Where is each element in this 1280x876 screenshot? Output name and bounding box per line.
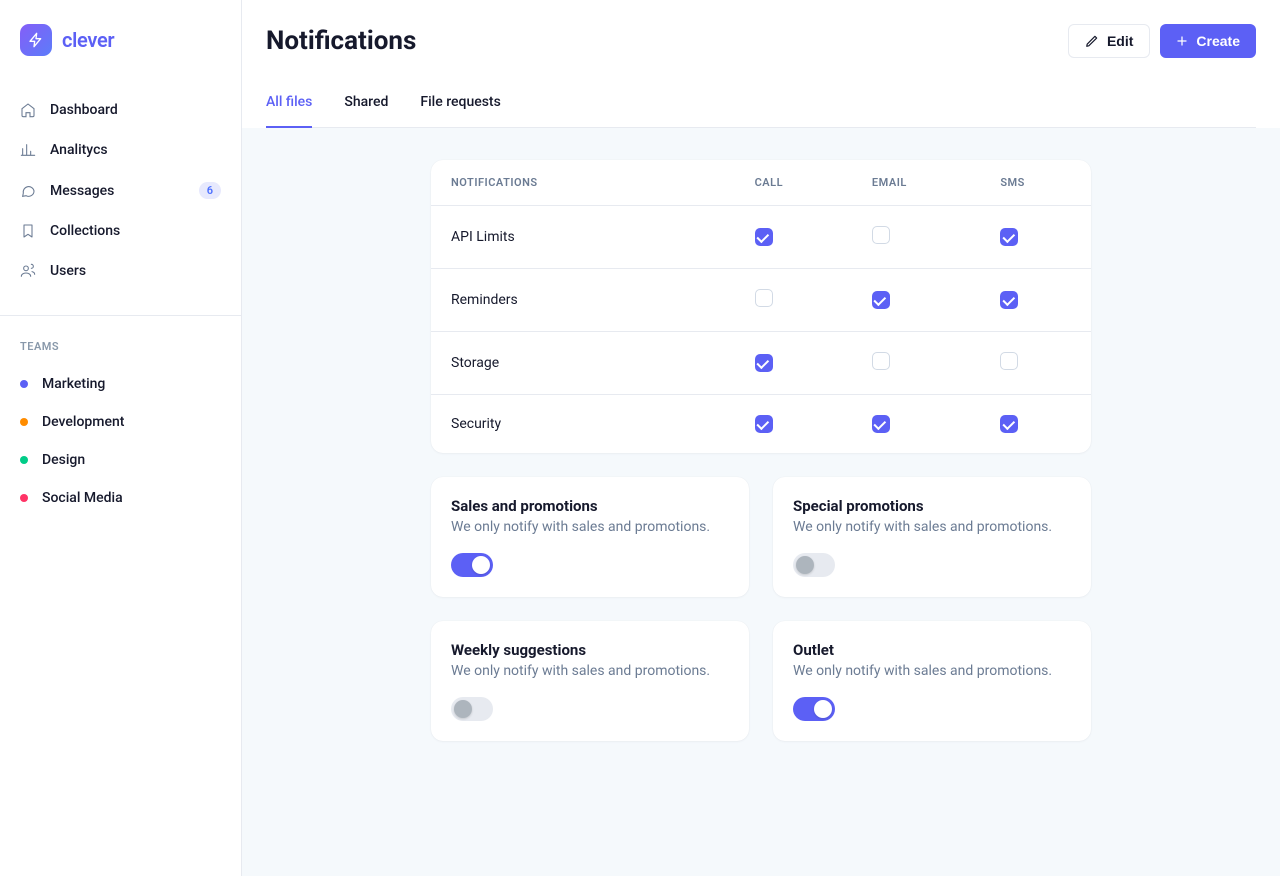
content-area: NOTIFICATIONSCALLEMAILSMS API LimitsRemi… [242, 128, 1280, 876]
checkbox-email[interactable] [872, 291, 890, 309]
team-label: Marketing [42, 376, 105, 392]
team-label: Development [42, 414, 124, 430]
toggle-title: Weekly suggestions [451, 641, 729, 659]
checkbox-sms[interactable] [1000, 415, 1018, 433]
page-title: Notifications [266, 26, 416, 56]
sidebar-item-label: Collections [50, 223, 120, 239]
create-button-label: Create [1196, 33, 1240, 49]
toggle-card: Special promotions We only notify with sa… [773, 477, 1091, 597]
tab-file-requests[interactable]: File requests [420, 82, 500, 128]
notifications-table: NOTIFICATIONSCALLEMAILSMS API LimitsRemi… [431, 160, 1091, 453]
sidebar-item-analitycs[interactable]: Analitycs [10, 130, 231, 170]
topbar: Notifications Edit Create [242, 0, 1280, 128]
toggle-desc: We only notify with sales and promotions… [793, 663, 1071, 679]
col-header: NOTIFICATIONS [431, 160, 735, 206]
toggle-title: Special promotions [793, 497, 1071, 515]
sidebar-nav: Dashboard Analitycs Messages 6 Collections Us… [0, 84, 241, 297]
team-item-development[interactable]: Development [10, 403, 231, 441]
brand[interactable]: clever [0, 0, 241, 84]
users-icon [20, 263, 36, 279]
toggle-desc: We only notify with sales and promotions… [451, 519, 729, 535]
toggle-switch[interactable] [793, 697, 835, 721]
col-header: CALL [735, 160, 852, 206]
tab-shared[interactable]: Shared [344, 82, 388, 128]
toggle-desc: We only notify with sales and promotions… [793, 519, 1071, 535]
team-dot-icon [20, 418, 28, 426]
checkbox-call[interactable] [755, 228, 773, 246]
team-dot-icon [20, 494, 28, 502]
toggle-card: Weekly suggestions We only notify with sa… [431, 621, 749, 741]
table-row: Security [431, 395, 1091, 454]
row-label: Reminders [431, 269, 735, 332]
toggle-switch[interactable] [451, 553, 493, 577]
checkbox-email[interactable] [872, 352, 890, 370]
sidebar-item-collections[interactable]: Collections [10, 211, 231, 251]
toggle-card: Sales and promotions We only notify with … [431, 477, 749, 597]
team-item-design[interactable]: Design [10, 441, 231, 479]
tab-all-files[interactable]: All files [266, 82, 312, 128]
team-label: Design [42, 452, 85, 468]
checkbox-call[interactable] [755, 415, 773, 433]
toggle-title: Sales and promotions [451, 497, 729, 515]
toggle-desc: We only notify with sales and promotions… [451, 663, 729, 679]
team-dot-icon [20, 456, 28, 464]
teams-label: TEAMS [10, 340, 231, 365]
sidebar-item-messages[interactable]: Messages 6 [10, 170, 231, 211]
team-item-social-media[interactable]: Social Media [10, 479, 231, 517]
sidebar-item-label: Messages [50, 183, 114, 199]
checkbox-sms[interactable] [1000, 352, 1018, 370]
toggle-card: Outlet We only notify with sales and prom… [773, 621, 1091, 741]
team-label: Social Media [42, 490, 123, 506]
team-dot-icon [20, 380, 28, 388]
sidebar-divider [0, 315, 241, 316]
checkbox-call[interactable] [755, 289, 773, 307]
col-header: EMAIL [852, 160, 980, 206]
checkbox-sms[interactable] [1000, 291, 1018, 309]
sidebar-item-label: Users [50, 263, 86, 279]
plus-icon [1176, 35, 1188, 47]
toggle-switch[interactable] [793, 553, 835, 577]
notifications-table-card: NOTIFICATIONSCALLEMAILSMS API LimitsRemi… [431, 160, 1091, 453]
sidebar: clever Dashboard Analitycs Messages 6 Collec… [0, 0, 242, 876]
bookmark-icon [20, 223, 36, 239]
table-row: API Limits [431, 206, 1091, 269]
main: Notifications Edit Create [242, 0, 1280, 876]
badge: 6 [199, 182, 221, 199]
row-label: Security [431, 395, 735, 454]
edit-button[interactable]: Edit [1068, 24, 1150, 58]
checkbox-email[interactable] [872, 415, 890, 433]
col-header: SMS [980, 160, 1091, 206]
checkbox-email[interactable] [872, 226, 890, 244]
brand-logo-icon [20, 24, 52, 56]
create-button[interactable]: Create [1160, 24, 1256, 58]
chat-icon [20, 183, 36, 199]
pencil-icon [1085, 34, 1099, 48]
table-row: Storage [431, 332, 1091, 395]
sidebar-item-users[interactable]: Users [10, 251, 231, 291]
sidebar-item-label: Dashboard [50, 102, 118, 118]
table-row: Reminders [431, 269, 1091, 332]
sidebar-item-dashboard[interactable]: Dashboard [10, 90, 231, 130]
tabs: All files Shared File requests [266, 82, 1256, 128]
row-label: Storage [431, 332, 735, 395]
toggle-switch[interactable] [451, 697, 493, 721]
brand-name: clever [62, 28, 114, 52]
chart-icon [20, 142, 36, 158]
header-actions: Edit Create [1068, 24, 1256, 58]
checkbox-call[interactable] [755, 354, 773, 372]
home-icon [20, 102, 36, 118]
checkbox-sms[interactable] [1000, 228, 1018, 246]
team-item-marketing[interactable]: Marketing [10, 365, 231, 403]
toggle-title: Outlet [793, 641, 1071, 659]
sidebar-item-label: Analitycs [50, 142, 108, 158]
row-label: API Limits [431, 206, 735, 269]
edit-button-label: Edit [1107, 33, 1133, 49]
